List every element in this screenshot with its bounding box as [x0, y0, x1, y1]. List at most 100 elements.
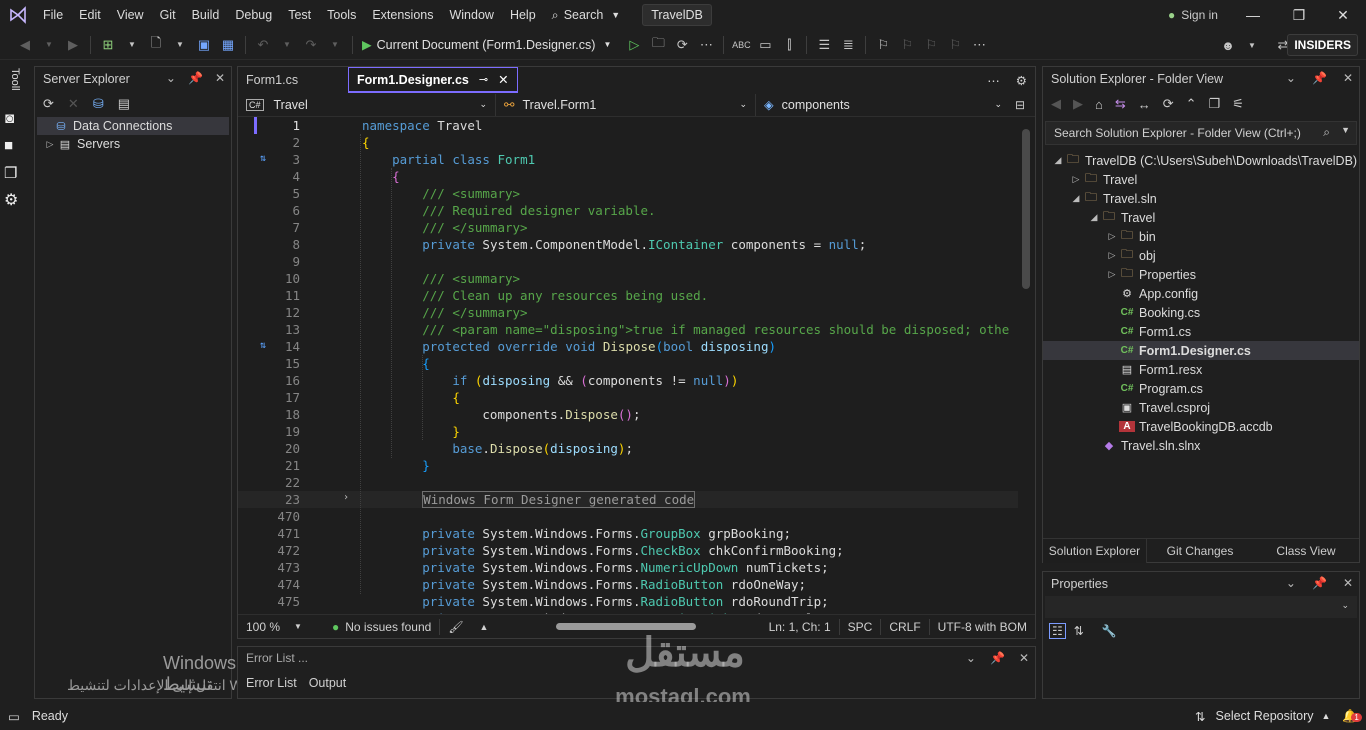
chevron-down-icon[interactable]: ▼	[38, 34, 60, 56]
search-icon[interactable]: ⌕	[1323, 125, 1330, 140]
code-line[interactable]: 9	[238, 253, 1018, 270]
home-icon[interactable]: ⌂	[1095, 97, 1103, 112]
code-line[interactable]: 475 private System.Windows.Forms.RadioBu…	[238, 593, 1018, 610]
code-line[interactable]: 3 partial class Form1	[238, 151, 1018, 168]
close-icon[interactable]: ✕	[1343, 71, 1353, 85]
solution-tree-item[interactable]: ▤ Form1.resx	[1043, 360, 1359, 379]
cursor-position[interactable]: Ln: 1, Ch: 1	[761, 615, 839, 639]
solution-name-badge[interactable]: TravelDB	[642, 4, 712, 26]
switch-views-icon[interactable]: ⇆	[1115, 96, 1126, 112]
refresh-icon[interactable]: ⟳	[43, 96, 54, 112]
close-icon[interactable]: ✕	[1019, 651, 1029, 665]
visual-studio-logo-icon[interactable]	[7, 4, 29, 26]
previous-bookmark-icon[interactable]: ⚐	[896, 34, 918, 56]
code-line[interactable]: 471 private System.Windows.Forms.GroupBo…	[238, 525, 1018, 542]
solution-tree-item[interactable]: ◢ 🗀 Travel.sln	[1043, 189, 1359, 208]
chevron-right-icon[interactable]: ▷	[1105, 250, 1119, 261]
code-area[interactable]: 476 private System.Windows.Forms.DateTim…	[238, 117, 1035, 615]
code-line[interactable]: 21 }	[238, 457, 1018, 474]
toolbox-tab[interactable]: Tooll	[9, 68, 21, 91]
back-icon[interactable]: ◀	[14, 34, 36, 56]
stop-icon[interactable]: ✕	[68, 96, 79, 112]
tab-form1-designer-cs[interactable]: Form1.Designer.cs ⊸ ✕	[348, 67, 518, 93]
settings-gear-icon[interactable]: ⚙	[1008, 67, 1035, 93]
issues-indicator[interactable]: ● No issues found	[324, 615, 439, 639]
new-project-icon[interactable]: ⊞	[97, 34, 119, 56]
settings-gear-icon[interactable]: ⚙	[4, 190, 18, 210]
chevron-down-icon[interactable]: ▼	[121, 34, 143, 56]
solution-tree-item[interactable]: ▷ 🗀 bin	[1043, 227, 1359, 246]
more-tabs-icon[interactable]: ⋯	[979, 67, 1008, 93]
solution-tree-item[interactable]: ◢ 🗀 Travel	[1043, 208, 1359, 227]
code-line[interactable]: 12 /// </summary>	[238, 304, 1018, 321]
tab-git-changes[interactable]: Git Changes	[1147, 544, 1253, 558]
refresh-icon[interactable]: ⟳	[1163, 96, 1174, 112]
chevron-right-icon[interactable]: ▷	[1105, 269, 1119, 280]
zoom-dropdown[interactable]: 100 % ▼	[238, 615, 314, 639]
chevron-expanded-icon[interactable]: ◢	[1069, 193, 1083, 204]
class-dropdown[interactable]: ⚯ Travel.Form1 ⌄	[496, 93, 756, 116]
encoding-indicator[interactable]: UTF-8 with BOM	[930, 615, 1035, 639]
code-line[interactable]: 17 {	[238, 389, 1018, 406]
code-line[interactable]: 19 }	[238, 423, 1018, 440]
notifications-button[interactable]: 🔔 1	[1342, 709, 1362, 724]
search-menu[interactable]: ⌕ Search ▼	[544, 0, 629, 30]
tree-item-servers[interactable]: ▷ ▤ Servers	[35, 135, 231, 153]
solution-tree-item[interactable]: ▣ Travel.csproj	[1043, 398, 1359, 417]
menu-window[interactable]: Window	[441, 0, 501, 30]
partial-class-navigate-icon[interactable]: ⇅	[260, 153, 266, 164]
tab-output[interactable]: Output	[303, 676, 353, 690]
solution-tree-item[interactable]: ◢ 🗀 TravelDB (C:\Users\Subeh\Downloads\Tra…	[1043, 151, 1359, 170]
collapse-all-icon[interactable]: ⌃	[1186, 96, 1197, 112]
bookmark-icon[interactable]: ⚐	[872, 34, 894, 56]
solution-tree-item[interactable]: ▷ 🗀 obj	[1043, 246, 1359, 265]
solution-tree-item[interactable]: ⚙ App.config	[1043, 284, 1359, 303]
solution-tree-item[interactable]: ▷ 🗀 Properties	[1043, 265, 1359, 284]
alphabetical-icon[interactable]: ⇅	[1074, 624, 1084, 638]
menu-extensions[interactable]: Extensions	[364, 0, 441, 30]
chevron-down-icon[interactable]: ▼	[1341, 125, 1350, 135]
insiders-badge[interactable]: INSIDERS	[1287, 34, 1358, 56]
compare-icon[interactable]: ⫿	[778, 34, 800, 56]
save-all-icon[interactable]: ▦	[217, 34, 239, 56]
select-repository-button[interactable]: Select Repository	[1216, 709, 1314, 723]
solution-tree-item[interactable]: ◆ Travel.sln.slnx	[1043, 436, 1359, 455]
sync-icon[interactable]: ↔	[1138, 97, 1151, 112]
solution-tree-item[interactable]: ▷ 🗀 Travel	[1043, 170, 1359, 189]
code-line[interactable]: 5 /// <summary>	[238, 185, 1018, 202]
chevron-expanded-icon[interactable]: ◢	[1087, 212, 1101, 223]
vertical-scrollbar-thumb[interactable]	[1022, 129, 1030, 289]
run-current-document-button[interactable]: ▶ Current Document (Form1.Designer.cs) ▼	[358, 34, 615, 56]
code-line[interactable]: 23 Windows Form Designer generated code	[238, 491, 1018, 508]
show-all-files-icon[interactable]: ❐	[1209, 96, 1221, 112]
back-icon[interactable]: ◀	[1051, 96, 1061, 112]
sign-in-button[interactable]: ● Sign in	[1168, 0, 1218, 30]
code-line[interactable]: 20 base.Dispose(disposing);	[238, 440, 1018, 457]
horizontal-scrollbar-thumb[interactable]	[556, 623, 696, 630]
tab-error-list[interactable]: Error List	[240, 676, 303, 690]
pin-icon[interactable]: 📌	[1312, 71, 1327, 85]
minimize-button[interactable]: —	[1230, 0, 1276, 30]
chevron-down-icon[interactable]: ⌄	[1286, 576, 1296, 590]
chevron-right-icon[interactable]: ▷	[43, 139, 57, 150]
outdent-icon[interactable]: ☰	[813, 34, 835, 56]
code-line[interactable]: 22	[238, 474, 1018, 491]
code-line[interactable]: 8 private System.ComponentModel.IContain…	[238, 236, 1018, 253]
whitespace-indicator[interactable]: SPC	[840, 615, 881, 639]
tab-solution-explorer[interactable]: Solution Explorer	[1043, 538, 1147, 563]
comment-icon[interactable]: ▭	[754, 34, 776, 56]
chevron-right-icon[interactable]: ▷	[1069, 174, 1083, 185]
copilot-icon[interactable]: ☻	[1217, 34, 1239, 56]
line-ending-indicator[interactable]: CRLF	[881, 615, 928, 639]
chevron-down-icon[interactable]: ▼	[276, 34, 298, 56]
redo-icon[interactable]: ↷	[300, 34, 322, 56]
tree-item-data-connections[interactable]: ⛁ Data Connections	[37, 117, 229, 135]
more-icon[interactable]: ⋯	[695, 34, 717, 56]
solution-tree-item[interactable]: C# Form1.Designer.cs	[1043, 341, 1359, 360]
solution-search-box[interactable]: Search Solution Explorer - Folder View (…	[1045, 121, 1357, 145]
tab-form1-cs[interactable]: Form1.cs	[238, 67, 348, 93]
code-line[interactable]: 10 /// <summary>	[238, 270, 1018, 287]
menu-git[interactable]: Git	[152, 0, 184, 30]
chevron-down-icon[interactable]: ⌄	[966, 651, 976, 665]
video-icon[interactable]: ■	[4, 137, 13, 154]
